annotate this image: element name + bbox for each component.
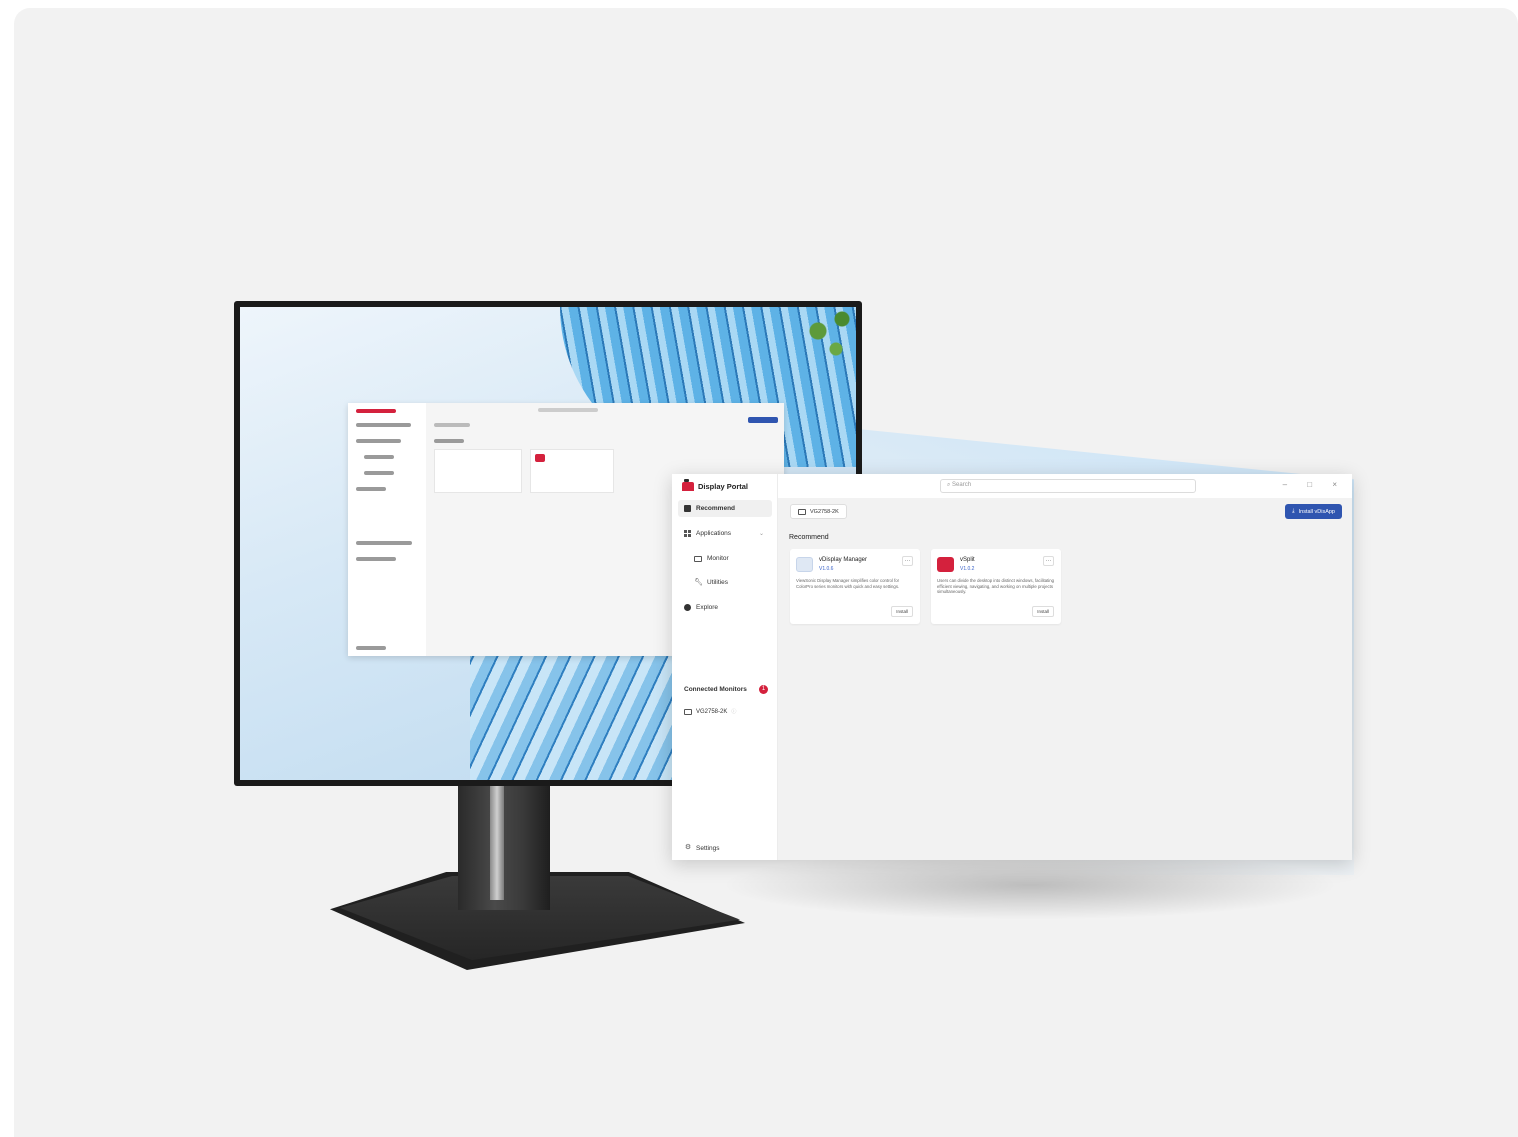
mini-nav-item [356, 439, 401, 443]
brand: Display Portal [682, 479, 749, 491]
sidebar-item-label: Monitor [707, 555, 729, 562]
mini-app-card [434, 449, 522, 493]
wrench-icon: 🔧︎ [694, 578, 703, 586]
wallpaper-building-lower [470, 637, 700, 780]
mini-search [538, 408, 598, 412]
more-options-button[interactable]: … [902, 556, 913, 566]
connected-count-badge: 1 [759, 685, 768, 694]
app-version: V1.0.6 [819, 566, 834, 572]
download-icon: ⤓ [1292, 508, 1295, 514]
device-label: VG2758-2K [696, 708, 728, 715]
gear-icon: ⚙ [684, 844, 692, 851]
sidebar-item-label: Explore [696, 604, 719, 611]
window-shadow [720, 850, 1340, 920]
app-name: vDisplay Manager [819, 557, 868, 563]
monitor-icon [798, 508, 806, 515]
more-options-button[interactable]: … [1043, 556, 1054, 566]
mini-nav-item [356, 423, 411, 427]
monitor-chip-label: VG2758-2K [810, 508, 839, 515]
recommend-icon [684, 505, 691, 512]
app-description: ViewSonic Display Manager simplifies col… [796, 578, 900, 589]
sidebar-item-explore[interactable]: Explore [678, 599, 772, 616]
mini-sidebar [348, 403, 426, 656]
monitor-icon [684, 708, 692, 715]
mini-install-button [748, 417, 778, 423]
section-title: Recommend [789, 534, 829, 541]
monitor-selector[interactable]: VG2758-2K [790, 504, 847, 519]
mini-nav-item [356, 487, 386, 491]
sidebar-item-applications[interactable]: Applications ⌄ [678, 525, 772, 542]
vsplit-icon [937, 557, 954, 572]
app-window: ⌕ Search – □ × Display Portal Recommend … [672, 474, 1352, 860]
monitor-stand-highlight [490, 770, 504, 900]
wallpaper-leaves [800, 307, 856, 367]
sidebar-item-label: Recommend [696, 505, 736, 512]
settings-label: Settings [696, 844, 720, 852]
mini-app-card [530, 449, 614, 493]
app-card-vsplit[interactable]: vSplit V1.0.2 … Users can divide the des… [931, 549, 1061, 624]
mini-section-title [434, 439, 464, 443]
mini-monitor-chip [434, 423, 470, 427]
vdisplay-manager-icon [796, 557, 813, 572]
grid-icon [684, 530, 691, 537]
mini-settings [356, 646, 386, 650]
install-app-button[interactable]: Install [891, 606, 913, 617]
app-description: Users can divide the desktop into distin… [937, 578, 1055, 595]
settings-button[interactable]: ⚙ Settings [684, 844, 720, 852]
sidebar-item-recommend[interactable]: Recommend [678, 500, 772, 517]
window-controls[interactable]: – □ × [1283, 480, 1346, 489]
sidebar-item-label: Utilities [707, 579, 728, 586]
display-portal-logo-icon [682, 479, 694, 491]
mini-connected-label [356, 541, 412, 545]
sidebar: Display Portal Recommend Applications ⌄ … [672, 474, 778, 860]
info-icon: ⓘ [731, 709, 737, 715]
sidebar-item-utilities[interactable]: 🔧︎ Utilities [678, 574, 772, 591]
mini-nav-item [364, 471, 394, 475]
mini-device [356, 557, 396, 561]
mini-nav-item [364, 455, 394, 459]
mini-app-icon [535, 454, 545, 462]
connected-device[interactable]: VG2758-2K ⓘ [684, 708, 736, 715]
search-placeholder: Search [952, 482, 972, 488]
install-button[interactable]: ⤓ Install vDisApp [1285, 504, 1342, 519]
sidebar-item-monitor[interactable]: Monitor [678, 550, 772, 567]
install-label: Install vDisApp [1298, 508, 1335, 515]
sidebar-item-label: Applications [696, 530, 732, 537]
monitor-icon [694, 555, 702, 562]
app-card-vdisplay-manager[interactable]: vDisplay Manager V1.0.6 … ViewSonic Disp… [790, 549, 920, 624]
search-input[interactable]: ⌕ Search [940, 479, 1196, 493]
explore-icon [684, 604, 691, 611]
app-name: vSplit [960, 557, 975, 563]
app-version: V1.0.2 [960, 566, 975, 572]
brand-name: Display Portal [698, 482, 749, 491]
install-app-button[interactable]: Install [1032, 606, 1054, 617]
connected-monitors-label: Connected Monitors [684, 686, 747, 693]
mini-brand [356, 409, 396, 413]
chevron-down-icon: ⌄ [758, 531, 764, 537]
